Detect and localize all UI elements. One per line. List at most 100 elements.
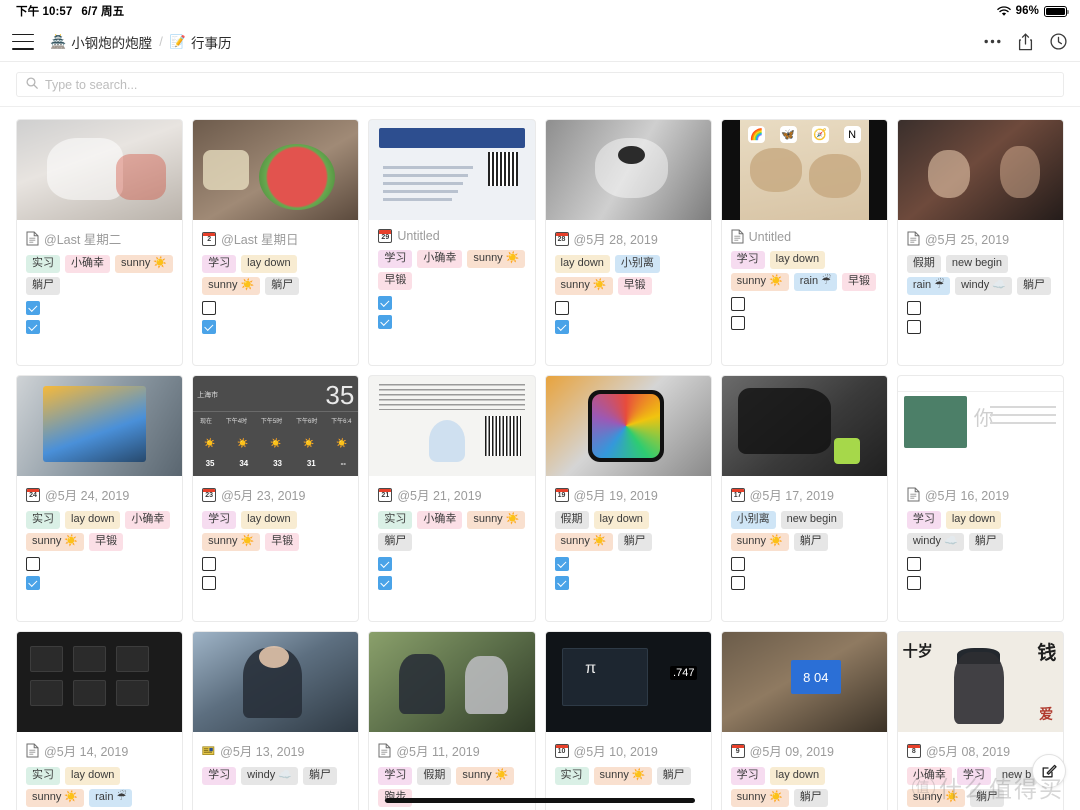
gallery-card[interactable]: 21 @5月 21, 2019 实习 小确幸 sunny ☀️ 躺尸 bbox=[368, 375, 536, 622]
tag[interactable]: new b bbox=[995, 767, 1038, 785]
gallery-card[interactable]: 你 @5月 16, 2019 学习 lay down windy ☁️ 躺尸 bbox=[896, 375, 1064, 622]
tag[interactable]: 学习 bbox=[202, 767, 237, 785]
more-options-icon[interactable] bbox=[984, 39, 1001, 44]
checkbox-checked[interactable] bbox=[378, 576, 393, 590]
tag[interactable]: 小确幸 bbox=[65, 255, 110, 273]
tag[interactable]: sunny ☀️ bbox=[730, 273, 789, 291]
tag[interactable]: new begin bbox=[780, 511, 843, 529]
tag[interactable]: 小确幸 bbox=[417, 250, 463, 268]
tag[interactable]: new begin bbox=[945, 255, 1008, 273]
tag[interactable]: sunny ☀️ bbox=[554, 533, 613, 551]
tag[interactable]: 早锻 bbox=[842, 273, 877, 291]
tag[interactable]: sunny ☀️ bbox=[906, 789, 965, 807]
tag[interactable]: 躺尸 bbox=[378, 533, 413, 551]
gallery-card[interactable]: 19 @5月 19, 2019 假期 lay down sunny ☀️ 躺尸 bbox=[544, 375, 712, 622]
tag[interactable]: 假期 bbox=[554, 511, 589, 529]
tag[interactable]: 小确幸 bbox=[906, 767, 952, 785]
tag[interactable]: 小确幸 bbox=[125, 511, 171, 529]
tag[interactable]: rain ☔ bbox=[906, 277, 951, 295]
checkbox-checked[interactable] bbox=[554, 576, 569, 590]
tag[interactable]: 躺尸 bbox=[968, 533, 1003, 551]
tag[interactable]: 假期 bbox=[906, 255, 941, 273]
tag[interactable]: windy ☁️ bbox=[955, 277, 1012, 295]
tag[interactable]: 躺尸 bbox=[26, 277, 60, 295]
tag[interactable]: sunny ☀️ bbox=[467, 511, 526, 529]
gallery-card[interactable]: 8 04 9 @5月 09, 2019 学习 lay down sunny ☀️ 躺尸 bbox=[720, 631, 888, 810]
tag[interactable]: 学习 bbox=[730, 767, 765, 785]
tag[interactable]: 实习 bbox=[554, 767, 589, 785]
checkbox-checked[interactable] bbox=[26, 576, 40, 590]
tag[interactable]: sunny ☀️ bbox=[554, 277, 613, 295]
tag[interactable]: sunny ☀️ bbox=[456, 767, 515, 785]
checkbox-unchecked[interactable] bbox=[202, 576, 217, 590]
tag[interactable]: 学习 bbox=[730, 251, 765, 269]
tag[interactable]: 实习 bbox=[26, 767, 60, 785]
checkbox-unchecked[interactable] bbox=[730, 557, 745, 571]
tag[interactable]: 躺尸 bbox=[793, 789, 828, 807]
tag[interactable]: lay down bbox=[945, 511, 1002, 529]
checkbox-unchecked[interactable] bbox=[26, 557, 40, 571]
checkbox-checked[interactable] bbox=[26, 301, 40, 315]
gallery-card[interactable]: @5月 14, 2019实习lay downsunny ☀️rain ☔羽毛球 bbox=[16, 631, 184, 810]
tag[interactable]: sunny ☀️ bbox=[26, 533, 85, 551]
tag[interactable]: 小别离 bbox=[730, 511, 776, 529]
tag[interactable]: 躺尸 bbox=[1016, 277, 1051, 295]
tag[interactable]: sunny ☀️ bbox=[730, 533, 789, 551]
tag[interactable]: windy ☁️ bbox=[241, 767, 299, 785]
tag[interactable]: windy ☁️ bbox=[906, 533, 964, 551]
tag[interactable]: 实习 bbox=[26, 511, 60, 529]
tag[interactable]: sunny ☀️ bbox=[115, 255, 174, 273]
tag[interactable]: 早锻 bbox=[265, 533, 300, 551]
tag[interactable]: 小别离 bbox=[614, 255, 660, 273]
tag[interactable]: sunny ☀️ bbox=[467, 250, 526, 268]
gallery-card[interactable]: @Last 星期二 实习 小确幸 sunny ☀️ 躺尸 bbox=[16, 119, 184, 366]
tag[interactable]: 躺尸 bbox=[303, 767, 338, 785]
checkbox-unchecked[interactable] bbox=[906, 320, 921, 334]
tag[interactable]: 早锻 bbox=[378, 272, 413, 290]
tag[interactable]: lay down bbox=[593, 511, 649, 529]
gallery-card[interactable]: 29 Untitled 学习 小确幸 sunny ☀️ 早锻 bbox=[368, 119, 536, 366]
tag[interactable]: 实习 bbox=[26, 255, 60, 273]
checkbox-unchecked[interactable] bbox=[730, 316, 745, 330]
search-input[interactable]: Type to search... bbox=[16, 72, 1064, 97]
tag[interactable]: sunny ☀️ bbox=[26, 789, 85, 807]
new-page-button[interactable] bbox=[1032, 754, 1066, 788]
gallery-card[interactable]: @5月 13, 2019 学习 windy ☁️ 躺尸 bbox=[192, 631, 360, 810]
tag[interactable]: 躺尸 bbox=[656, 767, 691, 785]
gallery-card[interactable]: @5月 25, 2019 假期 new begin rain ☔ windy ☁️ 躺尸 bbox=[896, 119, 1064, 366]
history-icon[interactable] bbox=[1050, 33, 1067, 50]
checkbox-checked[interactable] bbox=[378, 296, 393, 310]
gallery-card[interactable]: @5月 11, 2019 学习 假期 sunny ☀️ 跑步 bbox=[368, 631, 536, 810]
tag[interactable]: lay down bbox=[769, 767, 826, 785]
checkbox-unchecked[interactable] bbox=[554, 301, 569, 315]
tag[interactable]: lay down bbox=[65, 767, 121, 785]
checkbox-checked[interactable] bbox=[26, 320, 40, 334]
tag[interactable]: sunny ☀️ bbox=[730, 789, 789, 807]
tag[interactable]: lay down bbox=[65, 511, 121, 529]
checkbox-checked[interactable] bbox=[554, 320, 569, 334]
tag[interactable]: 躺尸 bbox=[793, 533, 828, 551]
tag[interactable]: 小确幸 bbox=[417, 511, 463, 529]
tag[interactable]: 假期 bbox=[417, 767, 452, 785]
tag[interactable]: 实习 bbox=[378, 511, 413, 529]
gallery-card[interactable]: 2 @Last 星期日 学习 lay down sunny ☀️ 躺尸 bbox=[192, 119, 360, 366]
tag[interactable]: 躺尸 bbox=[265, 277, 300, 295]
gallery-card[interactable]: 28 @5月 28, 2019 lay down 小别离 sunny ☀️ 早锻 bbox=[544, 119, 712, 366]
tag[interactable]: 早锻 bbox=[617, 277, 652, 295]
tag[interactable]: 学习 bbox=[906, 511, 941, 529]
checkbox-unchecked[interactable] bbox=[906, 557, 921, 571]
tag[interactable]: sunny ☀️ bbox=[202, 277, 261, 295]
share-icon[interactable] bbox=[1018, 33, 1033, 51]
tag[interactable]: 学习 bbox=[202, 511, 237, 529]
breadcrumb-item-workspace[interactable]: 🏯 小钢炮的炮膛 bbox=[50, 32, 152, 52]
tag[interactable]: sunny ☀️ bbox=[593, 767, 652, 785]
tag[interactable]: lay down bbox=[241, 511, 297, 529]
gallery-card[interactable]: 上海市 35 现在 下午4时 下午5时 下午6时 下午6:4 ☀️ ☀️ ☀️ ☀️ ☀️ 35 34 33… bbox=[192, 375, 360, 622]
tag[interactable]: 学习 bbox=[956, 767, 991, 785]
tag[interactable]: lay down bbox=[241, 255, 297, 273]
checkbox-unchecked[interactable] bbox=[202, 301, 217, 315]
gallery-card[interactable]: 🌈 🦋 🧭 N Untitled 学习 lay down sunny ☀️ rain ☔ 早锻 bbox=[720, 119, 888, 366]
tag[interactable]: 学习 bbox=[378, 767, 413, 785]
hamburger-menu-icon[interactable] bbox=[12, 33, 34, 50]
checkbox-checked[interactable] bbox=[554, 557, 569, 571]
